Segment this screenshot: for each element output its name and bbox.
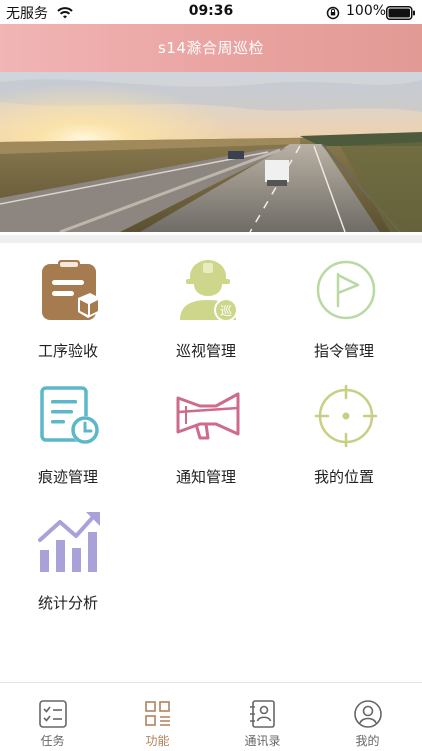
inspector-icon: 巡 <box>176 258 240 322</box>
menu-label: 痕迹管理 <box>38 468 99 486</box>
menu-notification-management[interactable]: 通知管理 <box>138 370 278 490</box>
menu-patrol-management[interactable]: 巡 巡视管理 <box>138 244 278 364</box>
battery-icon <box>386 5 416 24</box>
megaphone-icon <box>176 384 240 448</box>
document-clock-icon <box>38 384 102 448</box>
menu-label: 通知管理 <box>176 468 237 486</box>
menu-instruction-management[interactable]: 指令管理 <box>276 244 416 364</box>
tab-label: 功能 <box>145 734 170 748</box>
tab-functions[interactable]: 功能 <box>105 683 210 751</box>
menu-label: 我的位置 <box>314 468 375 486</box>
tab-label: 我的 <box>355 734 380 748</box>
rotation-lock-icon <box>326 5 340 24</box>
menu-label: 指令管理 <box>314 342 375 360</box>
menu-my-location[interactable]: 我的位置 <box>276 370 416 490</box>
tab-label: 通讯录 <box>244 734 281 748</box>
grid-icon <box>143 699 173 729</box>
user-icon <box>353 699 383 729</box>
battery-percent: 100% <box>346 3 387 19</box>
menu-trace-management[interactable]: 痕迹管理 <box>0 370 140 490</box>
bar-chart-icon <box>38 510 102 574</box>
clipboard-icon <box>38 258 102 322</box>
bottom-tab-bar: 任务 功能 通讯录 我的 <box>0 682 422 751</box>
svg-text:巡: 巡 <box>220 304 232 318</box>
tab-contacts[interactable]: 通讯录 <box>210 683 315 751</box>
banner-highway-image <box>0 72 422 232</box>
banner-carousel[interactable] <box>0 72 422 232</box>
menu-label: 统计分析 <box>38 594 99 612</box>
page-title: s14滁合周巡检 <box>158 39 264 57</box>
menu-label: 工序验收 <box>38 342 99 360</box>
task-icon <box>38 699 68 729</box>
menu-label: 巡视管理 <box>176 342 237 360</box>
tab-tasks[interactable]: 任务 <box>0 683 105 751</box>
section-divider <box>0 235 422 243</box>
crosshair-icon <box>314 384 378 448</box>
tab-mine[interactable]: 我的 <box>315 683 420 751</box>
status-bar: 无服务 09:36 100% <box>0 0 422 24</box>
tab-label: 任务 <box>40 734 65 748</box>
menu-process-acceptance[interactable]: 工序验收 <box>0 244 140 364</box>
menu-statistical-analysis[interactable]: 统计分析 <box>0 496 140 616</box>
nav-header: s14滁合周巡检 <box>0 24 422 72</box>
flag-icon <box>314 258 378 322</box>
contacts-icon <box>248 699 278 729</box>
